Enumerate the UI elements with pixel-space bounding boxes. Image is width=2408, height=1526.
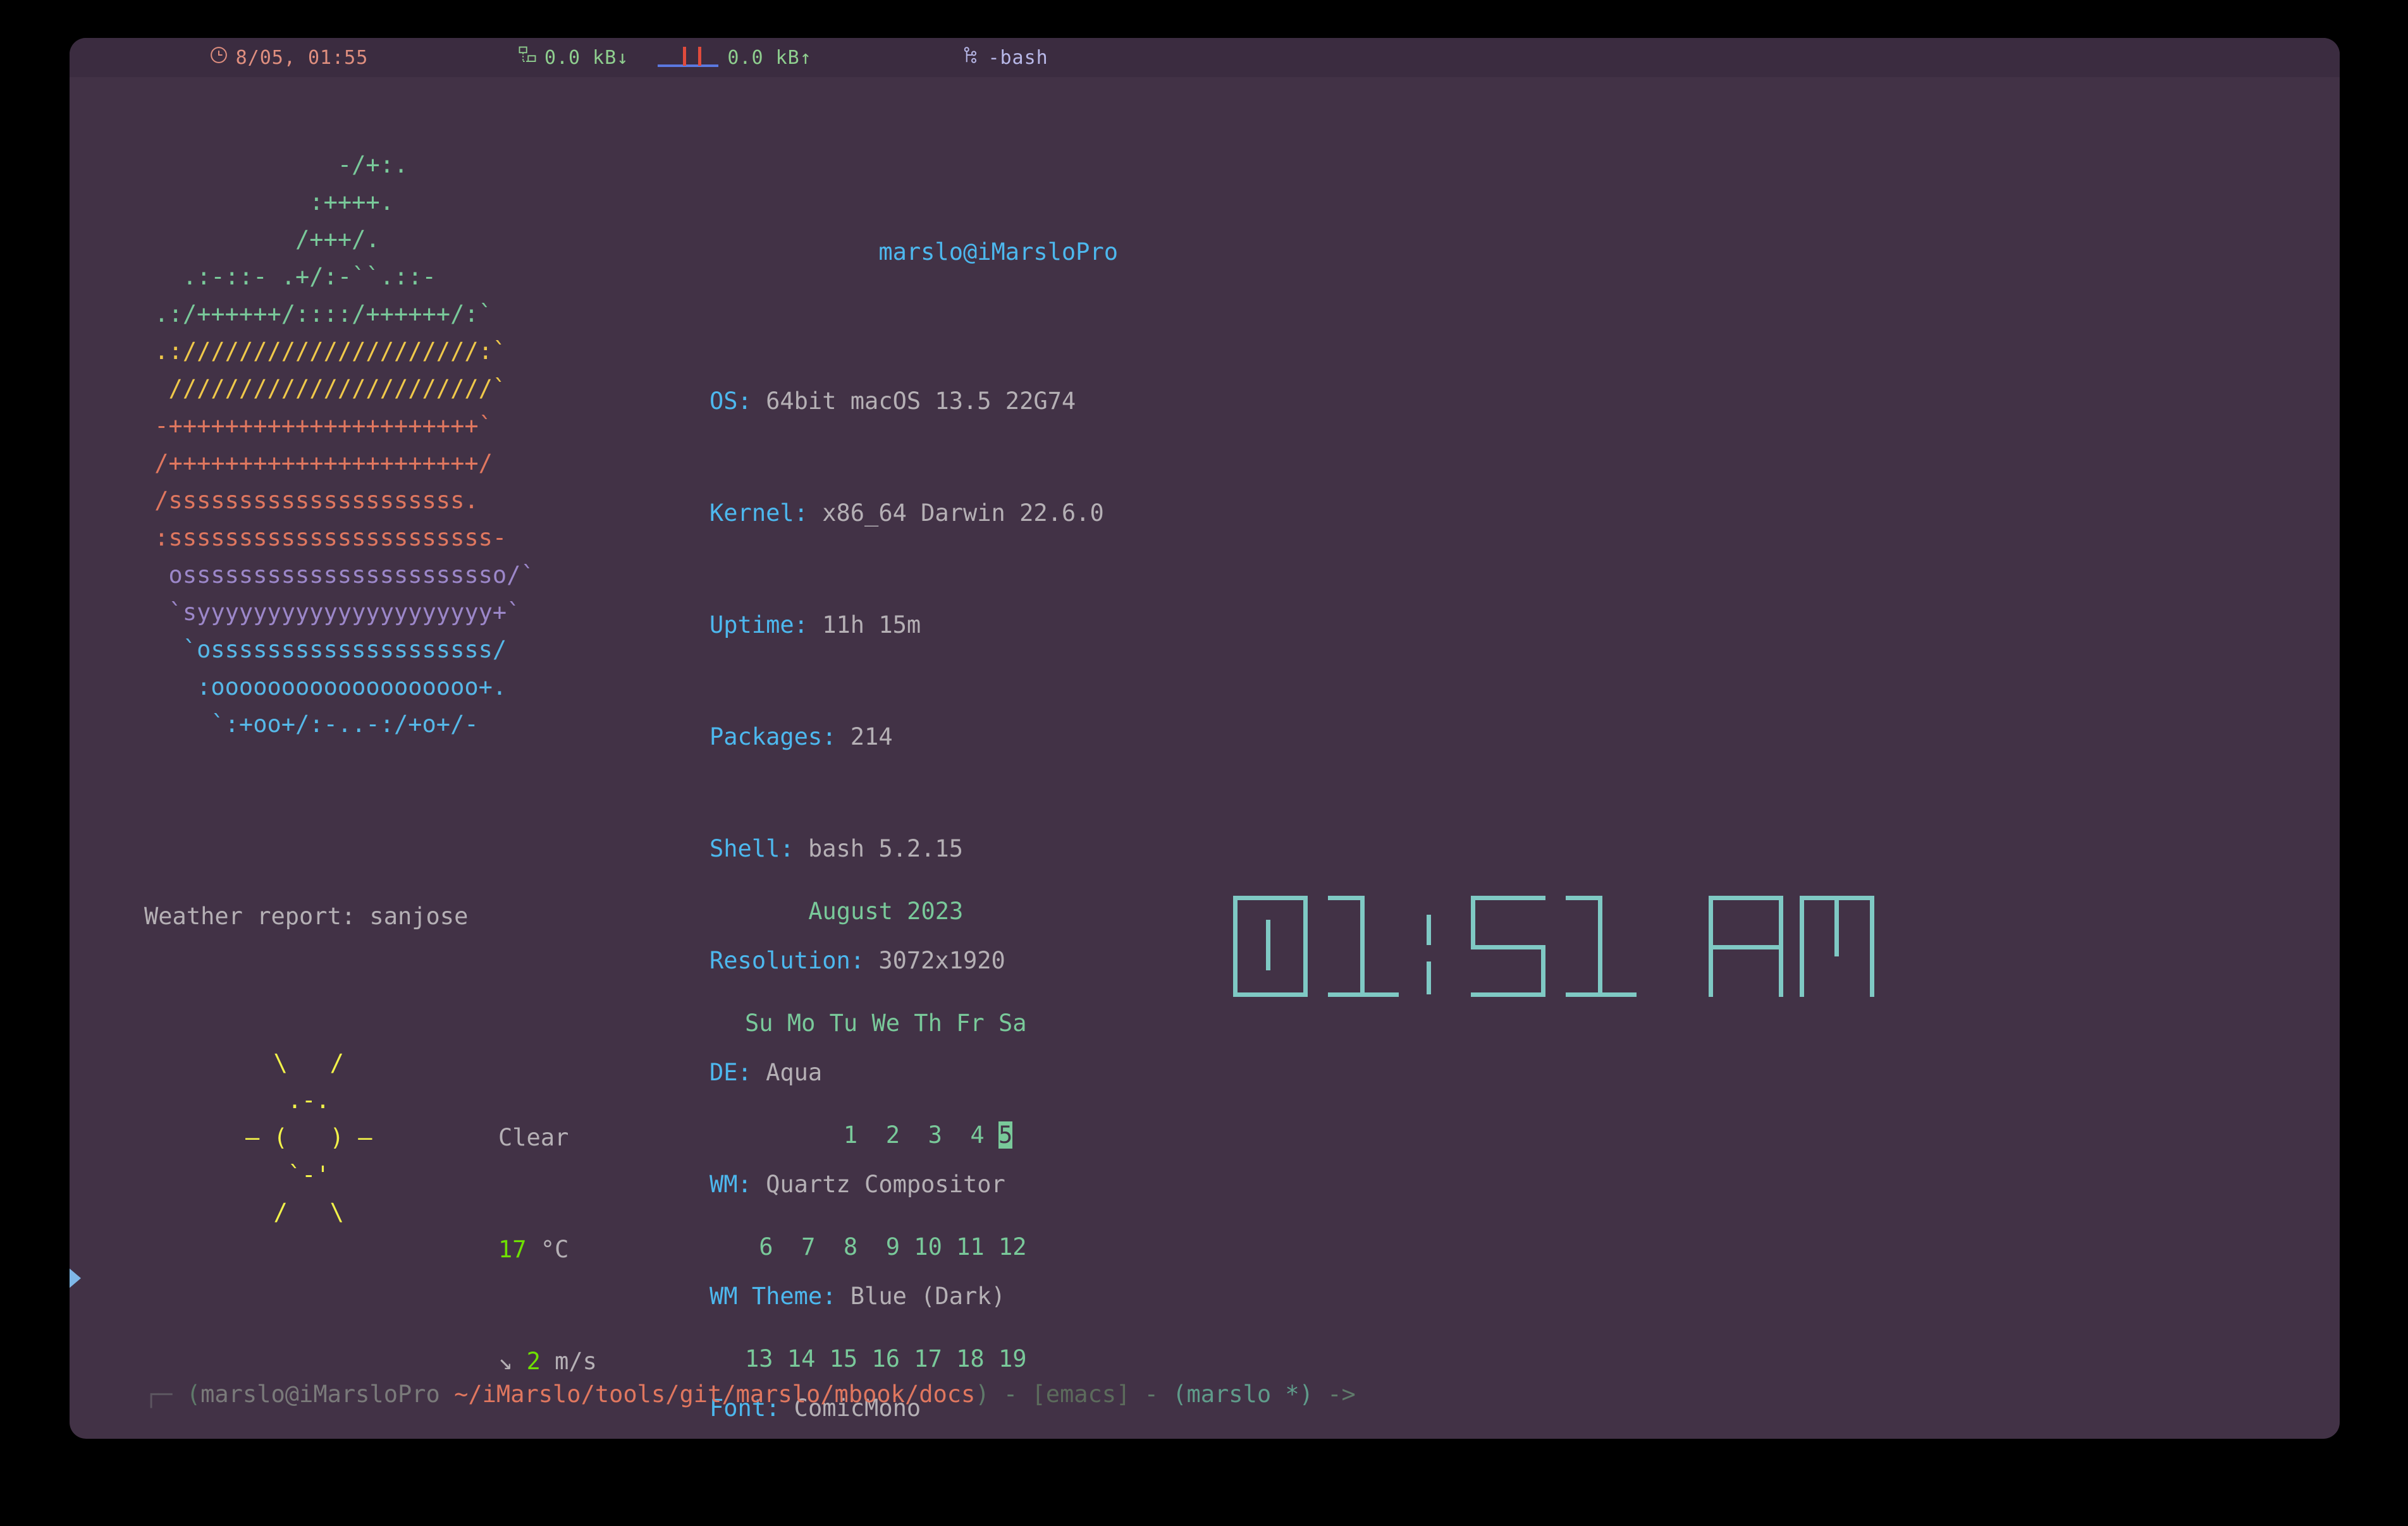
prompt-user-host: marslo@iMarsloPro <box>200 1381 440 1408</box>
ascii-yellow-1: .://///////////////////:` <box>140 338 507 365</box>
ascii-blue-0: `ossssssssssssssssssss/ <box>140 636 507 663</box>
ascii-green-3: .:-::- .+/:-``.::- <box>140 263 436 290</box>
status-row: Weather report: sanjose \ / .-. – ( ) – … <box>70 823 2340 1375</box>
info-row: OS: 64bit macOS 13.5 22G74 <box>710 382 1414 420</box>
info-value <box>752 388 766 415</box>
calendar-weekdays: Su Mo Tu We Th Fr Sa <box>745 1010 1027 1037</box>
weather-art-line: .-. <box>245 1087 330 1114</box>
download-rate: 0.0 kB↓ <box>544 46 629 69</box>
prompt-sep-2: - <box>1130 1381 1173 1408</box>
ascii-purple-0: osssssssssssssssssssssso/` <box>140 561 535 589</box>
prompt-editor: [emacs] <box>1031 1381 1131 1408</box>
prompt-git-branch: (marslo *) <box>1172 1381 1313 1408</box>
big-clock <box>1233 896 1891 997</box>
calendar-today: 5 <box>998 1121 1013 1149</box>
info-label: OS: <box>710 388 752 415</box>
prompt-path: ~/iMarslo/tools/git/marslo/mbook/docs <box>454 1381 976 1408</box>
titlebar-upload: 0.0 kB↑ <box>658 47 811 69</box>
weather-art-line: – ( ) – <box>245 1124 372 1151</box>
info-value <box>836 723 850 750</box>
screen: 8/05, 01:55 0.0 kB↓ 0.0 kB↑ -bash -/+:. … <box>0 0 2408 1526</box>
ascii-purple-1: `syyyyyyyyyyyyyyyyyyyyy+` <box>140 599 521 626</box>
prompt-bracket-top: ┌─ <box>144 1381 187 1408</box>
user-host-label: marslo@iMarsloPro <box>878 238 1119 266</box>
clock-meridiem-m <box>1800 896 1874 997</box>
ascii-yellow-2: ///////////////////////` <box>140 375 507 402</box>
clock-meridiem-a <box>1709 896 1783 997</box>
info-label: Packages: <box>710 723 837 750</box>
weather-condition: Clear <box>498 1124 569 1151</box>
weather-title: Weather report: sanjose <box>144 903 469 930</box>
ascii-yellow-0: .:/++++++/::::/++++++/:` <box>140 300 493 327</box>
ascii-orange-1: /++++++++++++++++++++++/ <box>140 449 493 477</box>
clock-colon <box>1415 896 1454 997</box>
ascii-blue-2: `:+oo+/:-..-:/+o+/- <box>140 711 479 738</box>
apple-ascii-logo: -/+:. :++++. /+++/. .:-::- .+/:-``.::- .… <box>140 109 535 780</box>
shell-name: -bash <box>988 46 1048 69</box>
info-row: Kernel: x86_64 Darwin 22.6.0 <box>710 494 1414 532</box>
prompt-line-1: ┌─ (marslo@iMarsloPro ~/iMarslo/tools/gi… <box>70 1376 2340 1413</box>
titlebar-datetime: 8/05, 01:55 <box>235 46 369 69</box>
info-value: x86_64 Darwin 22.6.0 <box>822 499 1104 527</box>
calendar-title: August 2023 <box>808 898 964 925</box>
calendar-week-row: 1 2 3 4 5 <box>745 1116 1027 1154</box>
prompt-arrow: -> <box>1313 1381 1356 1408</box>
info-value <box>808 499 822 527</box>
ascii-orange-0: -++++++++++++++++++++++` <box>140 412 493 439</box>
neofetch-output: -/+:. :++++. /+++/. .:-::- .+/:-``.::- .… <box>70 95 2340 1422</box>
info-label: Uptime: <box>710 611 808 638</box>
ascii-orange-3: :sssssssssssssssssssssss- <box>140 524 507 551</box>
prompt-marker-icon <box>70 1267 81 1289</box>
ascii-green-1: :++++. <box>140 188 394 216</box>
prompt-sep-1: - <box>989 1381 1032 1408</box>
prompt-block-1: ┌─ (marslo@iMarsloPro ~/iMarslo/tools/gi… <box>70 1264 2340 1439</box>
calendar-days: 1 2 3 4 <box>745 1121 998 1149</box>
clock-space <box>1653 896 1692 997</box>
info-row: Uptime: 11h 15m <box>710 606 1414 644</box>
info-value: 64bit macOS 13.5 22G74 <box>766 388 1076 415</box>
clock-digit-1 <box>1324 896 1399 997</box>
info-row: Packages: 214 <box>710 718 1414 755</box>
info-label: Kernel: <box>710 499 808 527</box>
terminal-content: -/+:. :++++. /+++/. .:-::- .+/:-``.::- .… <box>70 77 2340 1439</box>
clock-digit-3 <box>1562 896 1637 997</box>
prompt-paren-open: ( <box>186 1381 201 1408</box>
clock-digit-2 <box>1471 896 1545 997</box>
info-user-host: marslo@iMarsloPro <box>710 196 1414 308</box>
weather-art-line: \ / <box>245 1049 344 1077</box>
prompt-paren-close: ) <box>975 1381 990 1408</box>
info-value: 214 <box>850 723 893 750</box>
terminal-window: 8/05, 01:55 0.0 kB↓ 0.0 kB↑ -bash -/+:. … <box>70 38 2340 1439</box>
network-sparkline-icon <box>658 47 719 68</box>
ascii-orange-2: /sssssssssssssssssssss. <box>140 487 479 514</box>
info-value: 11h 15m <box>822 611 921 638</box>
info-value <box>808 611 822 638</box>
ascii-green-2: /+++/. <box>140 226 380 253</box>
ascii-green-0: -/+:. <box>140 151 408 178</box>
clock-digit-0 <box>1233 896 1308 997</box>
ascii-blue-1: :ooooooooooooooooooo+. <box>140 673 507 700</box>
titlebar: 8/05, 01:55 0.0 kB↓ 0.0 kB↑ -bash <box>70 38 2340 77</box>
shell-session: ┌─ (marslo@iMarsloPro ~/iMarslo/tools/gi… <box>70 1152 2340 1439</box>
upload-rate: 0.0 kB↑ <box>727 46 812 69</box>
